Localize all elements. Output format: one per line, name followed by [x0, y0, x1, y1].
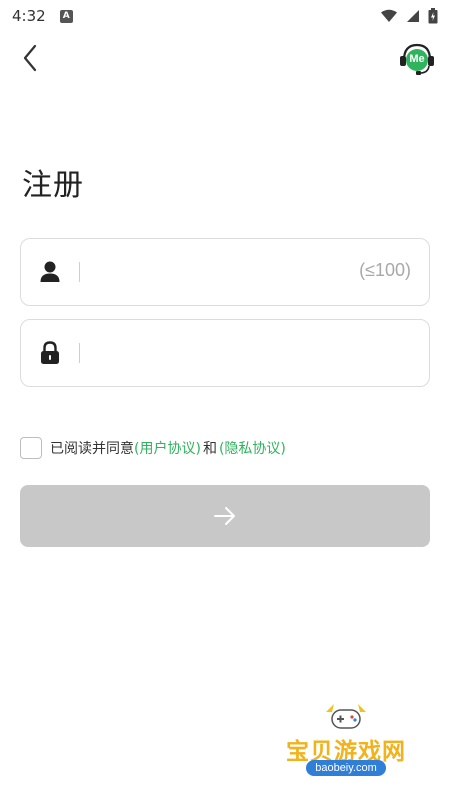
status-time: 4:32 [12, 7, 46, 25]
support-badge: Me [409, 53, 425, 65]
agreement-checkbox[interactable] [20, 437, 42, 459]
back-button[interactable] [14, 40, 46, 76]
username-field[interactable] [20, 238, 430, 306]
wifi-icon [381, 9, 397, 22]
customer-service-button[interactable]: Me [398, 40, 436, 78]
privacy-policy-link[interactable]: (隐私协议) [219, 438, 286, 458]
chevron-left-icon [23, 44, 37, 72]
arrow-right-icon [214, 507, 235, 525]
field-icon-wrapper [21, 261, 79, 283]
user-icon [40, 261, 60, 282]
agreement-and-text: 和 [202, 441, 217, 457]
password-field[interactable] [20, 319, 430, 387]
username-input[interactable] [80, 239, 429, 305]
submit-button[interactable] [20, 485, 430, 547]
watermark-logo: 宝贝游戏网 baobeiy.com [276, 700, 416, 786]
field-icon-wrapper [21, 341, 79, 365]
agreement-text: 已阅读并同意 [50, 441, 134, 457]
notification-icon: A [59, 9, 73, 23]
status-icons [380, 8, 438, 24]
cellular-icon [407, 10, 419, 22]
status-bar: 4:32 A [0, 0, 450, 32]
lock-icon [41, 341, 59, 364]
page-title: 注册 [22, 168, 84, 203]
battery-icon [428, 8, 438, 24]
user-agreement-link[interactable]: (用户协议) [134, 438, 201, 458]
password-input[interactable] [80, 320, 429, 386]
agreement-row: 已阅读并同意 (用户协议) 和 (隐私协议) [20, 437, 286, 459]
watermark-url: baobeiy.com [306, 760, 386, 776]
